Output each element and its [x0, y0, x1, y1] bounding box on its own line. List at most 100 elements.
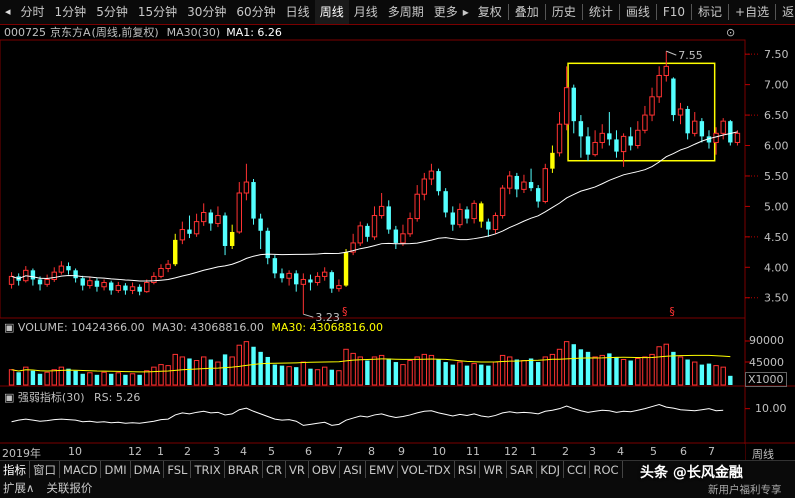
volume-bar	[172, 353, 178, 386]
indicator-tab-1[interactable]: 窗口	[30, 461, 60, 479]
price-tick-label: 3.50	[764, 292, 789, 305]
candle-body	[535, 188, 541, 202]
time-axis-label: 4	[240, 445, 247, 458]
indicator-tab-12[interactable]: EMV	[366, 461, 398, 479]
volume-bar	[386, 358, 391, 385]
time-axis-label: 3	[213, 445, 220, 458]
indicator-tab-9[interactable]: VR	[286, 461, 309, 479]
volume-bar	[535, 362, 541, 385]
indicator-tab-4[interactable]: DMA	[131, 461, 165, 479]
indicator-tab-11[interactable]: ASI	[340, 461, 366, 479]
volume-bar	[393, 362, 399, 385]
candle-body	[144, 282, 150, 293]
candle-body	[8, 275, 15, 285]
candle-body	[542, 168, 549, 203]
volume-bar	[450, 364, 455, 385]
volume-bar	[30, 370, 36, 385]
candle-body	[677, 108, 684, 116]
candle-body	[151, 275, 157, 284]
price-tick-label: 7.00	[764, 79, 789, 92]
volume-bar	[251, 346, 256, 385]
indicator-tab-7[interactable]: BRAR	[225, 461, 264, 479]
volume-bar	[656, 346, 662, 386]
candle-body	[521, 181, 527, 190]
candle-body	[479, 203, 484, 222]
indicator-tab-5[interactable]: FSL	[164, 461, 192, 479]
volume-bar	[663, 343, 669, 386]
volume-bar	[321, 366, 328, 386]
kline-chart[interactable]: 7.50 7.00 6.50 6.00 5.50 5.00 4.50 4.00 3.50 7.55…	[0, 0, 795, 498]
volume-legend: ▣ VOLUME: 10424366.00 MA30: 43068816.00 …	[4, 321, 383, 334]
watermark: 头条 @长风金融	[640, 465, 743, 481]
time-axis-label: 6	[305, 445, 312, 458]
candle-body	[400, 233, 406, 244]
volume-bar	[542, 356, 549, 386]
candle-body	[365, 225, 370, 237]
volume-bar	[343, 348, 349, 386]
candle-body	[87, 280, 93, 287]
rs-indicator-icon: ▣	[4, 391, 15, 404]
expand-button[interactable]: 扩展∧	[0, 479, 37, 497]
indicator-tab-2[interactable]: MACD	[60, 461, 102, 479]
volume-bar	[371, 356, 378, 386]
candle-body	[251, 182, 256, 219]
indicator-tab-13[interactable]: VOL-TDX	[398, 461, 455, 479]
candle-body	[642, 114, 648, 131]
volume-bar	[521, 360, 527, 386]
volume-indicator-icon: ▣	[4, 321, 15, 334]
candle-body	[272, 258, 278, 274]
indicator-tab-0[interactable]: 指标	[0, 461, 30, 479]
candle-body	[507, 175, 513, 189]
event-marker: §	[669, 305, 675, 318]
indicator-tab-8[interactable]: CR	[263, 461, 287, 479]
candle-body	[492, 215, 499, 231]
candle-body	[30, 270, 36, 280]
indicator-tab-18[interactable]: CCI	[564, 461, 591, 479]
volume-bar	[215, 361, 221, 386]
indicator-tab-3[interactable]: DMI	[101, 461, 131, 479]
candle-body	[578, 121, 584, 137]
volume-bar	[457, 361, 463, 386]
candle-body	[443, 191, 448, 213]
candle-body	[635, 129, 641, 147]
candle-body	[393, 229, 399, 243]
candle-body	[407, 218, 413, 235]
candle-body	[314, 275, 321, 284]
indicator-tab-10[interactable]: OBV	[309, 461, 341, 479]
indicator-tab-16[interactable]: SAR	[507, 461, 538, 479]
volume-bar	[294, 367, 299, 385]
volume-bar	[236, 344, 242, 386]
candle-body	[208, 212, 214, 224]
time-axis-label: 7	[336, 445, 343, 458]
volume-bar	[272, 364, 278, 385]
indicator-tab-15[interactable]: WR	[480, 461, 507, 479]
time-axis-label: 1	[157, 445, 164, 458]
volume-bar	[685, 359, 690, 385]
volume-bar	[66, 368, 71, 385]
volume-bar	[436, 359, 441, 385]
indicator-tab-17[interactable]: KDJ	[537, 461, 565, 479]
candle-body	[173, 239, 178, 265]
candle-body	[436, 171, 441, 192]
volume-bar	[200, 356, 207, 386]
related-quote-button[interactable]: 关联报价	[43, 479, 95, 497]
volume-bar	[471, 363, 477, 386]
indicator-tab-14[interactable]: RSI	[455, 461, 481, 479]
volume-bar	[499, 354, 506, 386]
indicator-tab-19[interactable]: ROC	[590, 461, 623, 479]
volume-tick-90000: 90000	[749, 334, 784, 347]
candle-body	[656, 74, 662, 98]
candle-body	[66, 266, 71, 271]
volume-bar	[108, 373, 114, 385]
indicator-tab-6[interactable]: TRIX	[191, 461, 225, 479]
candle-body	[343, 252, 349, 286]
candle-body	[300, 278, 307, 285]
volume-bar	[101, 371, 107, 386]
candle-body	[80, 278, 85, 286]
volume-bar	[94, 374, 100, 385]
candle-body	[137, 286, 142, 292]
volume-bar	[73, 370, 78, 385]
candle-body	[428, 170, 435, 180]
candle-body	[607, 133, 612, 140]
rs-name: 强弱指标(30)	[17, 391, 85, 404]
